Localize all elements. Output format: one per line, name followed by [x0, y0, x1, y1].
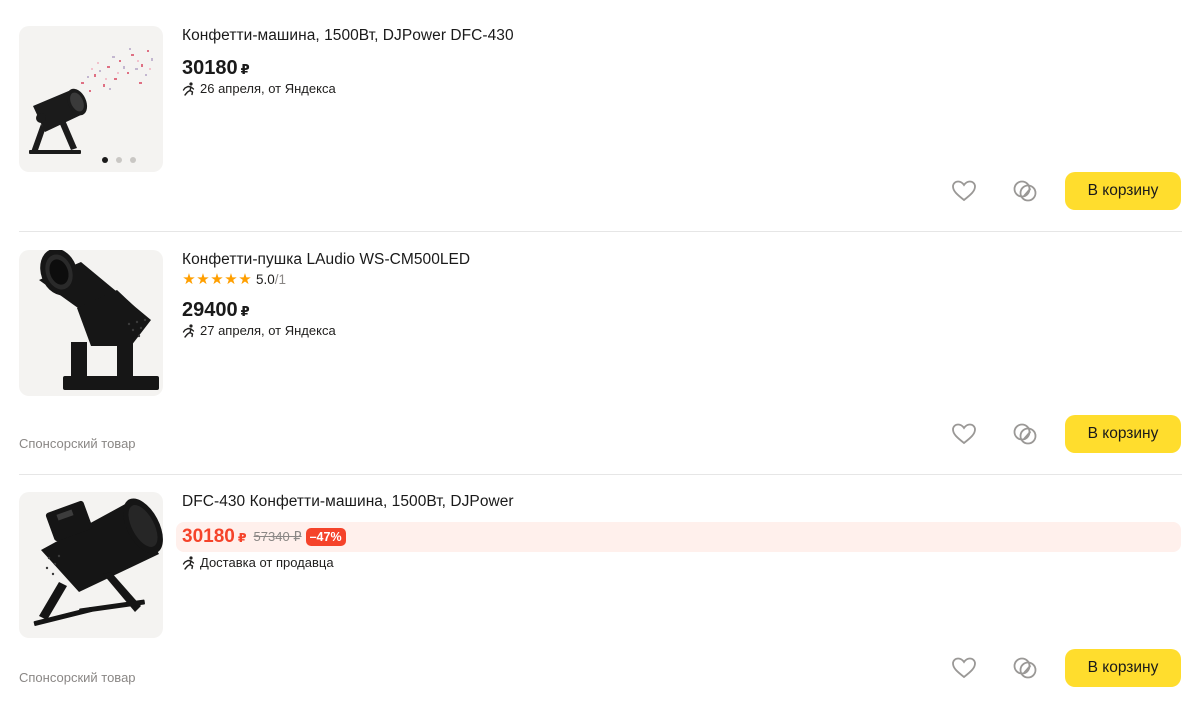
- delivery-text: 27 апреля, от Яндекса: [200, 323, 336, 338]
- confetti-machine-image: [33, 498, 163, 626]
- favorite-button[interactable]: [949, 176, 979, 206]
- product-actions: В корзину: [949, 172, 1181, 210]
- delivery-info: 26 апреля, от Яндекса: [182, 81, 336, 96]
- currency-sign: ₽: [240, 304, 250, 319]
- gallery-dot[interactable]: [116, 157, 122, 163]
- compare-icon: [1013, 180, 1037, 202]
- star-icon: ★: [238, 270, 252, 288]
- delivery-text: Доставка от продавца: [200, 555, 334, 570]
- product-title[interactable]: Конфетти-пушка LAudio WS-CM500LED: [182, 251, 470, 269]
- confetti-machine-image: [29, 48, 153, 154]
- old-price: 57340 ₽: [253, 529, 302, 544]
- product-card: DFC-430 Конфетти-машина, 1500Вт, DJPower…: [0, 475, 1200, 722]
- favorite-button[interactable]: [949, 419, 979, 449]
- price-value: 30180: [182, 526, 235, 547]
- delivery-text: 26 апреля, от Яндекса: [200, 81, 336, 96]
- star-icon: ★: [196, 270, 210, 288]
- sponsored-label: Спонсорский товар: [19, 436, 136, 451]
- favorite-button[interactable]: [949, 653, 979, 683]
- rating-value: 5.0: [256, 272, 275, 287]
- running-person-icon: [182, 555, 195, 570]
- compare-button[interactable]: [1010, 653, 1040, 683]
- heart-icon: [952, 180, 976, 202]
- running-person-icon: [182, 81, 195, 96]
- product-price: 29400 ₽: [182, 299, 250, 322]
- product-image[interactable]: [19, 492, 163, 638]
- price-value: 30180: [182, 57, 238, 79]
- add-to-cart-button[interactable]: В корзину: [1065, 649, 1181, 687]
- confetti-cannon-image: [39, 250, 159, 390]
- running-person-icon: [182, 323, 195, 338]
- heart-icon: [952, 423, 976, 445]
- discount-price-block: 30180 ₽ 57340 ₽ –47%: [176, 522, 1181, 552]
- currency-sign: ₽: [237, 530, 247, 545]
- product-title[interactable]: Конфетти-машина, 1500Вт, DJPower DFC-430: [182, 27, 514, 45]
- price-value: 29400: [182, 299, 238, 321]
- currency-sign: ₽: [240, 62, 250, 77]
- discount-badge: –47%: [305, 528, 346, 546]
- product-actions: В корзину: [949, 649, 1181, 687]
- gallery-dot[interactable]: [102, 157, 108, 163]
- rating[interactable]: ★ ★ ★ ★ ★ 5.0 /1: [182, 270, 287, 288]
- compare-icon: [1013, 657, 1037, 679]
- product-card: Конфетти-пушка LAudio WS-CM500LED ★ ★ ★ …: [0, 232, 1200, 474]
- sponsored-label: Спонсорский товар: [19, 670, 136, 685]
- product-actions: В корзину: [949, 415, 1181, 453]
- product-image[interactable]: [19, 250, 163, 396]
- compare-button[interactable]: [1010, 176, 1040, 206]
- compare-button[interactable]: [1010, 419, 1040, 449]
- delivery-info: Доставка от продавца: [182, 555, 334, 570]
- star-icon: ★: [210, 270, 224, 288]
- star-icon: ★: [182, 270, 196, 288]
- gallery-dots[interactable]: [19, 157, 163, 163]
- gallery-dot[interactable]: [130, 157, 136, 163]
- compare-icon: [1013, 423, 1037, 445]
- add-to-cart-button[interactable]: В корзину: [1065, 172, 1181, 210]
- product-image[interactable]: [19, 26, 163, 172]
- add-to-cart-button[interactable]: В корзину: [1065, 415, 1181, 453]
- rating-count: /1: [274, 272, 287, 287]
- star-icon: ★: [224, 270, 238, 288]
- product-price: 30180 ₽: [182, 57, 250, 80]
- delivery-info: 27 апреля, от Яндекса: [182, 323, 336, 338]
- heart-icon: [952, 657, 976, 679]
- product-title[interactable]: DFC-430 Конфетти-машина, 1500Вт, DJPower: [182, 493, 514, 511]
- product-card: Конфетти-машина, 1500Вт, DJPower DFC-430…: [0, 0, 1200, 231]
